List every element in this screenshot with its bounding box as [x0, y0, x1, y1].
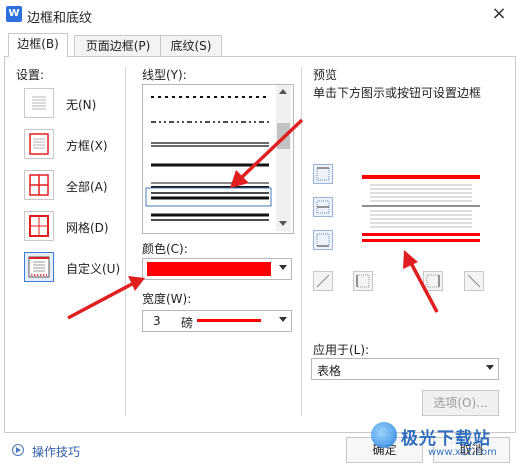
annotation-arrows	[67, 118, 439, 320]
tab-borders[interactable]: 边框(B)	[8, 33, 68, 57]
annotation-arrow	[67, 276, 145, 320]
annotation-arrow	[230, 118, 304, 188]
annotation-arrow	[403, 250, 439, 313]
